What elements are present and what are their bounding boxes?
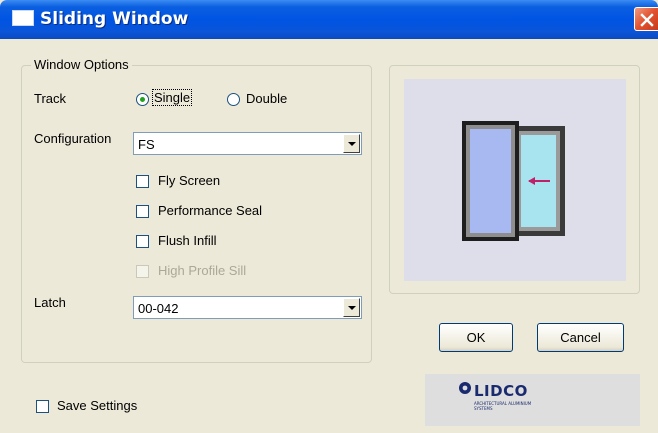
high-profile-sill-checkbox	[136, 265, 149, 278]
title-bar[interactable]: Sliding Window	[0, 0, 658, 39]
sliding-window-dialog: Sliding Window Window Options Track Sing…	[0, 0, 658, 433]
window-title: Sliding Window	[40, 9, 189, 29]
chevron-down-icon[interactable]	[343, 298, 360, 317]
track-double-radio[interactable]	[227, 93, 240, 106]
close-icon	[640, 13, 654, 27]
flush-infill-label[interactable]: Flush Infill	[158, 233, 217, 248]
configuration-label: Configuration	[34, 131, 112, 146]
lidco-logo-mark	[459, 382, 471, 394]
lidco-logo	[425, 374, 640, 426]
fly-screen-label[interactable]: Fly Screen	[158, 173, 220, 188]
configuration-select[interactable]: FS	[133, 132, 362, 155]
logo-tagline: ARCHITECTURAL ALUMINIUM SYSTEMS	[474, 401, 532, 411]
flush-infill-checkbox[interactable]	[136, 235, 149, 248]
high-profile-sill-label: High Profile Sill	[158, 263, 247, 278]
window-options-legend: Window Options	[31, 57, 132, 72]
track-label: Track	[34, 91, 67, 106]
window-preview	[404, 79, 626, 281]
chevron-down-icon[interactable]	[343, 134, 360, 153]
latch-select[interactable]: 00-042	[133, 296, 362, 319]
latch-label: Latch	[34, 295, 66, 310]
window-icon	[12, 10, 34, 26]
save-settings-label[interactable]: Save Settings	[57, 398, 137, 413]
configuration-value: FS	[138, 137, 155, 152]
track-double-label[interactable]: Double	[246, 91, 287, 106]
latch-value: 00-042	[138, 301, 179, 316]
save-settings-checkbox[interactable]	[36, 400, 49, 413]
left-sash-glass	[470, 129, 511, 233]
performance-seal-checkbox[interactable]	[136, 205, 149, 218]
fly-screen-checkbox[interactable]	[136, 175, 149, 188]
cancel-button[interactable]: Cancel	[537, 323, 624, 352]
sliding-window-diagram	[462, 121, 565, 241]
performance-seal-label[interactable]: Performance Seal	[158, 203, 262, 218]
ok-button[interactable]: OK	[439, 323, 513, 352]
logo-name: LIDCO	[474, 382, 528, 400]
track-single-label[interactable]: Single	[151, 89, 193, 106]
close-button[interactable]	[634, 7, 658, 31]
track-single-radio[interactable]	[136, 93, 149, 106]
